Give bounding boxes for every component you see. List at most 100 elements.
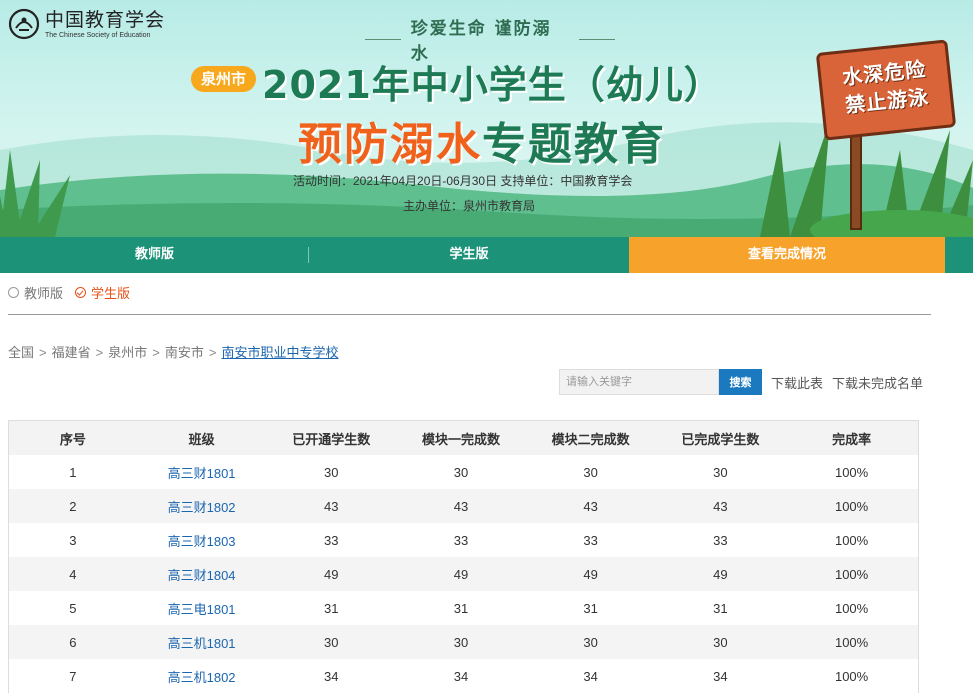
cell-module2: 49	[525, 557, 656, 591]
city-badge: 泉州市	[191, 66, 257, 92]
cell-completed: 30	[713, 464, 728, 480]
cell-index: 3	[69, 532, 77, 548]
column-header-completed: 已完成学生数	[655, 421, 786, 455]
cell-completed: 34	[713, 668, 728, 684]
table-row: 4 高三财1804 49 49 49 49 100%	[9, 557, 918, 591]
breadcrumb-city[interactable]: 泉州市	[108, 345, 147, 360]
cell-index: 4	[9, 557, 137, 591]
search-input[interactable]	[559, 369, 719, 395]
version-option-student[interactable]: 学生版	[75, 283, 130, 302]
activity-time-info: 活动时间：2021年04月20日-06月30日 支持单位：中国教育学会	[293, 174, 633, 188]
cell-module2: 33	[583, 532, 598, 548]
cell-completed: 43	[655, 489, 786, 523]
cell-index: 1	[69, 464, 77, 480]
section-divider	[8, 314, 931, 315]
cell-module2: 30	[525, 625, 656, 659]
cell-module1: 49	[396, 557, 526, 591]
cell-module1: 43	[396, 489, 526, 523]
breadcrumb-separator: >	[208, 345, 217, 360]
nav-tab-teacher[interactable]: 教师版	[0, 237, 309, 273]
cell-enrolled: 30	[266, 625, 397, 659]
download-incomplete-link[interactable]: 下载未完成名单	[832, 373, 923, 392]
slogan-right-line	[579, 38, 615, 40]
table-header-row: 序号 班级 已开通学生数 模块一完成数 模块二完成数 已完成学生数 完成率	[9, 421, 918, 455]
slogan-left-line	[365, 38, 401, 40]
cell-rate: 100%	[785, 557, 918, 591]
table-row: 2 高三财1802 43 43 43 43 100%	[9, 489, 918, 523]
cell-class-link[interactable]: 高三机1802	[137, 659, 267, 693]
cell-module1: 33	[453, 532, 469, 548]
breadcrumb-school[interactable]: 南安市职业中专学校	[221, 345, 338, 360]
cell-module2: 30	[583, 464, 598, 480]
breadcrumb-county[interactable]: 南安市	[165, 345, 204, 360]
cell-class-link[interactable]: 高三财1803	[137, 523, 267, 557]
nav-tab-completion-status[interactable]: 查看完成情况	[629, 237, 945, 273]
cell-class-link[interactable]: 高三电1801	[137, 591, 267, 625]
cell-index: 7	[69, 668, 77, 684]
cell-rate: 100%	[834, 464, 869, 480]
title-orange-part: 预防溺水	[298, 119, 482, 170]
search-bar: 搜索 下载此表 下载未完成名单	[559, 369, 923, 395]
warning-sign: 水深危险 禁止游泳	[815, 39, 957, 141]
table-row: 7 高三机1802 34 34 34 34 100%	[9, 659, 918, 693]
column-header-module1: 模块一完成数	[396, 421, 526, 455]
breadcrumb-national[interactable]: 全国	[8, 345, 34, 360]
column-header-enrolled: 已开通学生数	[266, 421, 397, 455]
warning-sign-post	[850, 130, 862, 230]
radio-circle-icon	[8, 287, 19, 298]
column-header-module2: 模块二完成数	[525, 421, 656, 455]
society-logo[interactable]: 中国教育学会 The Chinese Society of Education	[8, 8, 165, 40]
cell-module2: 31	[583, 600, 598, 616]
column-header-index: 序号	[9, 421, 137, 455]
column-header-rate: 完成率	[785, 421, 918, 455]
cell-module1: 34	[453, 668, 469, 684]
cell-enrolled: 33	[324, 532, 339, 548]
title-green-part: 专题教育	[482, 119, 666, 170]
version-student-label: 学生版	[91, 287, 131, 302]
cell-enrolled: 43	[266, 489, 397, 523]
cell-index: 5	[69, 600, 77, 616]
cell-class-link[interactable]: 高三财1802	[136, 489, 267, 523]
table-row: 6 高三机1801 30 30 30 30 100%	[9, 625, 918, 659]
logo-english-text: The Chinese Society of Education	[45, 31, 151, 39]
cell-class-link[interactable]: 高三财1801	[137, 455, 267, 489]
cell-rate: 100%	[785, 489, 918, 523]
campaign-title-line1: 2021年中小学生（幼儿）	[262, 63, 723, 107]
nav-tab-student[interactable]: 学生版	[309, 237, 629, 273]
campaign-title-line2: 预防溺水专题教育	[298, 108, 666, 172]
cell-enrolled: 30	[324, 464, 339, 480]
host-unit-info: 主办单位：泉州市教育局	[403, 199, 536, 213]
cell-class-link[interactable]: 高三财1804	[136, 557, 267, 591]
version-teacher-label: 教师版	[24, 287, 64, 302]
cell-module2: 43	[525, 489, 656, 523]
completion-table: 序号 班级 已开通学生数 模块一完成数 模块二完成数 已完成学生数 完成率 1 …	[8, 420, 919, 693]
table-row: 3 高三财1803 33 33 33 33 100%	[9, 523, 918, 557]
cell-completed: 49	[655, 557, 786, 591]
cell-rate: 100%	[834, 668, 869, 684]
breadcrumb-separator: >	[39, 345, 47, 360]
cell-module1: 30	[396, 625, 526, 659]
cell-enrolled: 31	[324, 600, 339, 616]
society-emblem-icon	[8, 8, 40, 40]
header-banner: 中国教育学会 The Chinese Society of Education …	[0, 0, 973, 237]
cell-class-link[interactable]: 高三机1801	[136, 625, 267, 659]
cell-rate: 100%	[834, 532, 869, 548]
breadcrumb-separator: >	[152, 345, 160, 360]
cell-enrolled: 34	[324, 668, 339, 684]
search-button[interactable]: 搜索	[719, 369, 762, 395]
table-row: 5 高三电1801 31 31 31 31 100%	[9, 591, 918, 625]
breadcrumb-province[interactable]: 福建省	[52, 345, 91, 360]
cell-completed: 30	[655, 625, 786, 659]
cell-rate: 100%	[785, 625, 918, 659]
version-toggle: 教师版 学生版	[8, 283, 142, 302]
cell-enrolled: 49	[266, 557, 397, 591]
cell-module2: 34	[583, 668, 598, 684]
cell-rate: 100%	[834, 600, 869, 616]
cell-index: 2	[9, 489, 137, 523]
version-option-teacher[interactable]: 教师版	[8, 283, 63, 302]
main-nav: 教师版 学生版 查看完成情况	[0, 237, 973, 273]
table-row: 1 高三财1801 30 30 30 30 100%	[9, 455, 918, 489]
download-table-link[interactable]: 下载此表	[771, 373, 823, 392]
breadcrumb-separator: >	[95, 345, 104, 360]
cell-completed: 33	[713, 532, 728, 548]
